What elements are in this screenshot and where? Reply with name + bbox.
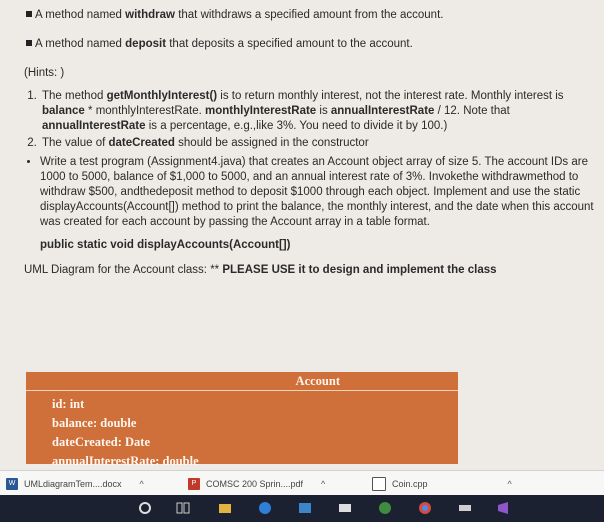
chevron-up-icon[interactable]: ^ (508, 476, 512, 492)
visual-studio-icon[interactable] (496, 501, 510, 515)
document-body: A method named withdraw that withdraws a… (18, 8, 594, 288)
bullet-withdraw: A method named withdraw that withdraws a… (26, 8, 594, 23)
download-item-pdf[interactable]: P COMSC 200 Sprin....pdf ^ (188, 476, 325, 492)
task-view-icon[interactable] (176, 501, 190, 515)
uml-attribute: id: int (52, 397, 85, 411)
uml-class-name: Account (26, 372, 458, 391)
method-signature: public static void displayAccounts(Accou… (40, 239, 291, 251)
task-list: Write a test program (Assignment4.java) … (40, 155, 594, 230)
search-icon[interactable] (138, 501, 152, 515)
chrome-icon[interactable] (418, 501, 432, 515)
file-icon (372, 477, 386, 491)
file-explorer-icon[interactable] (218, 501, 232, 515)
uml-caption: UML Diagram for the Account class: ** PL… (24, 264, 497, 276)
task-description: Write a test program (Assignment4.java) … (40, 155, 594, 230)
uml-attribute: balance: double (52, 416, 137, 430)
square-bullet-icon (26, 40, 32, 46)
bullet-deposit: A method named deposit that deposits a s… (26, 37, 594, 52)
taskbar (0, 495, 604, 522)
hint-date-created: The value of dateCreated should be assig… (40, 136, 594, 151)
download-item-docx[interactable]: W UMLdiagramTem....docx ^ (6, 476, 144, 492)
mail-icon[interactable] (338, 501, 352, 515)
chevron-up-icon[interactable]: ^ (140, 476, 144, 492)
uml-class-box: Account id: int balance: double dateCrea… (26, 372, 458, 468)
hints-list: The method getMonthlyInterest() is to re… (40, 89, 594, 151)
download-item-cpp[interactable]: Coin.cpp ^ (372, 476, 512, 492)
downloads-bar: W UMLdiagramTem....docx ^ P COMSC 200 Sp… (0, 470, 604, 496)
hint-monthly-interest: The method getMonthlyInterest() is to re… (40, 89, 594, 134)
chevron-up-icon[interactable]: ^ (321, 476, 325, 492)
app-icon[interactable] (458, 501, 472, 515)
app-icon[interactable] (378, 501, 392, 515)
square-bullet-icon (26, 11, 32, 17)
uml-attribute: dateCreated: Date (52, 435, 150, 449)
document-page: A method named withdraw that withdraws a… (0, 0, 604, 470)
uml-attribute: annualInterestRate: double (52, 454, 199, 468)
store-icon[interactable] (298, 501, 312, 515)
hints-label: (Hints: ) (24, 67, 65, 79)
pdf-icon: P (188, 478, 200, 490)
uml-attribute-list: id: int balance: double dateCreated: Dat… (26, 391, 458, 471)
word-icon: W (6, 478, 18, 490)
edge-browser-icon[interactable] (258, 501, 272, 515)
